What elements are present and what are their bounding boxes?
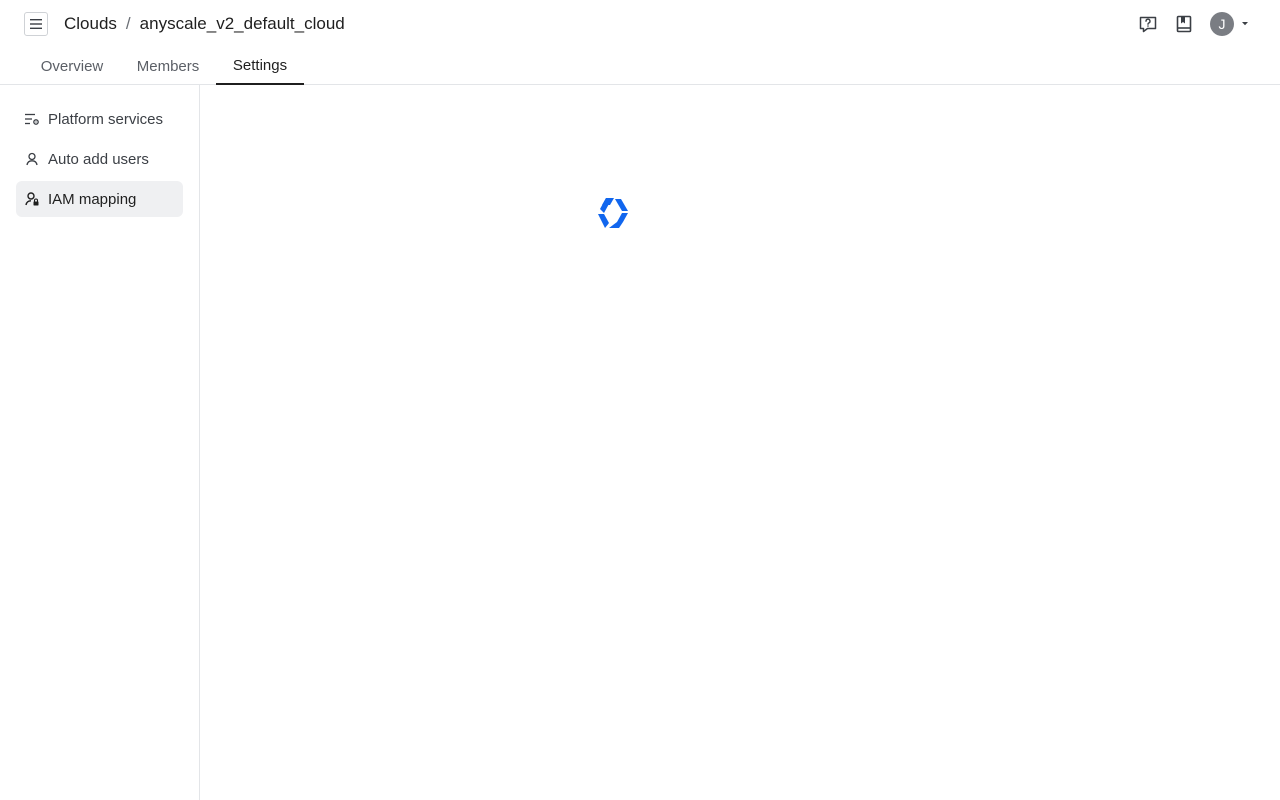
- sidebar-item-platform-services[interactable]: Platform services: [16, 101, 183, 137]
- breadcrumb: Clouds / anyscale_v2_default_cloud: [64, 13, 345, 35]
- breadcrumb-separator: /: [125, 14, 131, 33]
- sidebar-item-iam-mapping[interactable]: IAM mapping: [16, 181, 183, 217]
- menu-button[interactable]: [24, 12, 48, 36]
- tab-bar: Overview Members Settings: [0, 48, 1280, 85]
- tab-overview[interactable]: Overview: [24, 48, 120, 85]
- tab-members[interactable]: Members: [120, 48, 216, 85]
- settings-list-icon: [24, 111, 40, 127]
- sidebar-item-auto-add-users[interactable]: Auto add users: [16, 141, 183, 177]
- main-content: [200, 85, 1280, 800]
- hamburger-menu-icon: [30, 19, 42, 29]
- help-button[interactable]: [1136, 12, 1160, 36]
- sidebar-item-label: IAM mapping: [48, 190, 137, 208]
- caret-down-icon[interactable]: [1240, 20, 1250, 28]
- user-icon: [24, 151, 40, 167]
- top-header: Clouds / anyscale_v2_default_cloud J: [0, 0, 1280, 48]
- anyscale-logo-spinner-icon: [598, 198, 628, 228]
- tab-settings[interactable]: Settings: [216, 48, 304, 85]
- sidebar-item-label: Auto add users: [48, 150, 149, 168]
- docs-button[interactable]: [1172, 12, 1196, 36]
- user-lock-icon: [24, 191, 40, 207]
- settings-sidebar: Platform services Auto add users IAM map…: [0, 85, 200, 800]
- breadcrumb-current: anyscale_v2_default_cloud: [139, 14, 345, 33]
- breadcrumb-clouds-link[interactable]: Clouds: [64, 14, 117, 34]
- user-avatar[interactable]: J: [1210, 12, 1234, 36]
- help-question-icon: [1139, 16, 1157, 33]
- sidebar-item-label: Platform services: [48, 110, 164, 128]
- bookmark-docs-icon: [1176, 15, 1192, 33]
